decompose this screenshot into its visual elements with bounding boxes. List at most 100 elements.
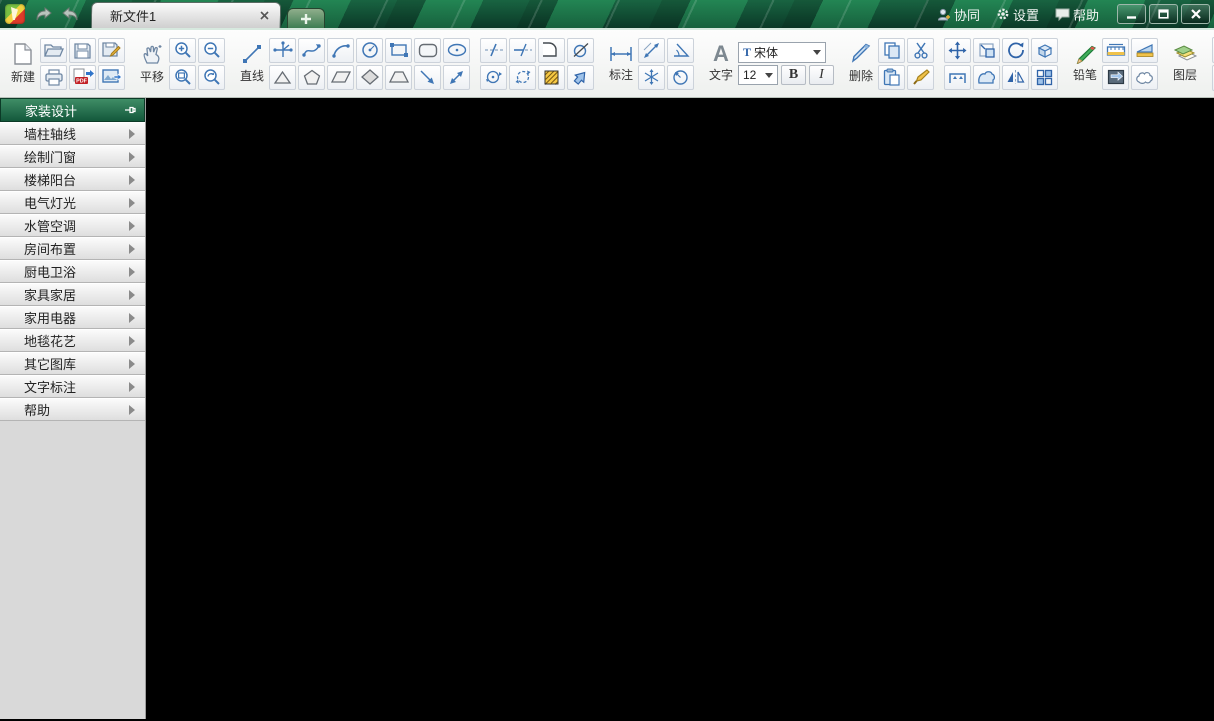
slope-button[interactable] [1131, 37, 1158, 63]
move-button[interactable] [944, 37, 971, 63]
document-tab[interactable]: 新文件1 [90, 2, 282, 28]
chevron-right-icon [129, 335, 135, 346]
new-tab-button[interactable] [287, 8, 325, 28]
printer-icon [44, 68, 63, 86]
hatch-button[interactable] [538, 64, 565, 90]
delete-button[interactable]: 删除 [844, 43, 878, 84]
pan-button[interactable]: 平移 [135, 42, 169, 85]
chevron-right-icon [129, 312, 135, 323]
layers-button[interactable]: 图层 [1168, 44, 1202, 83]
drawing-canvas[interactable] [146, 98, 1214, 719]
sidebar-item[interactable]: 家具家居 [0, 283, 145, 306]
export-pdf-button[interactable]: PDF [69, 64, 96, 90]
format-painter-button[interactable] [907, 64, 934, 90]
angular-dimension-button[interactable] [667, 37, 694, 63]
open-button[interactable] [40, 37, 67, 63]
trim-button[interactable] [480, 37, 507, 63]
offset-button[interactable] [944, 64, 971, 90]
ordinate-dimension-button[interactable] [638, 64, 665, 90]
sidebar-item[interactable]: 楼梯阳台 [0, 168, 145, 191]
sidebar-item[interactable]: 墙柱轴线 [0, 122, 145, 145]
export-image-button[interactable] [98, 64, 125, 90]
sidebar-item[interactable]: 文字标注 [0, 375, 145, 398]
sidebar-empty-area [0, 421, 145, 719]
settings-menu[interactable]: 设置 [990, 2, 1045, 26]
font-family-select[interactable]: T 宋体 [738, 42, 826, 63]
cloud-button[interactable] [1131, 64, 1158, 90]
measure-button[interactable] [1102, 37, 1129, 63]
zoom-in-button[interactable] [169, 37, 196, 63]
text-tool-icon: A [713, 41, 729, 66]
sidebar-item[interactable]: 其它图库 [0, 352, 145, 375]
radius-dimension-button[interactable] [667, 64, 694, 90]
sidebar-item[interactable]: 厨电卫浴 [0, 260, 145, 283]
pin-icon[interactable] [124, 104, 136, 116]
new-file-button[interactable]: 新建 [6, 42, 40, 85]
sidebar-item[interactable]: 绘制门窗 [0, 145, 145, 168]
back-button[interactable] [31, 3, 57, 25]
flip-button[interactable] [567, 64, 594, 90]
tangent-circle-button[interactable] [567, 37, 594, 63]
font-family-value: 宋体 [754, 46, 779, 60]
sidebar-item[interactable]: 地毯花艺 [0, 329, 145, 352]
save-button[interactable] [69, 37, 96, 63]
double-arrow-button[interactable] [443, 64, 470, 90]
sidebar-item[interactable]: 电气灯光 [0, 191, 145, 214]
text-tool-button[interactable]: A 文字 [704, 41, 738, 83]
sidebar-item[interactable]: 水管空调 [0, 214, 145, 237]
print-button[interactable] [40, 64, 67, 90]
zoom-previous-icon [203, 69, 220, 85]
polyline-button[interactable] [269, 37, 296, 63]
ellipse-button[interactable] [443, 37, 470, 63]
rotate-copy-button[interactable] [480, 64, 507, 90]
mirror-button[interactable] [1002, 64, 1029, 90]
line-icon [243, 45, 261, 63]
parallelogram-button[interactable] [327, 64, 354, 90]
rectangle-button[interactable] [385, 37, 412, 63]
pentagon-button[interactable] [298, 64, 325, 90]
circle-button[interactable] [356, 37, 383, 63]
sidebar-item[interactable]: 房间布置 [0, 237, 145, 260]
forward-button[interactable] [57, 3, 83, 25]
rotate-button[interactable] [1002, 37, 1029, 63]
sidebar-header[interactable]: 家装设计 [0, 98, 145, 122]
font-tt-icon: T [743, 45, 752, 59]
arrow-button[interactable] [414, 64, 441, 90]
close-button[interactable] [1181, 4, 1210, 24]
help-menu[interactable]: 帮助 [1049, 2, 1105, 26]
zoom-out-button[interactable] [198, 37, 225, 63]
save-as-button[interactable] [98, 37, 125, 63]
dimension-button[interactable]: 标注 [604, 44, 638, 83]
extend-button[interactable] [509, 37, 536, 63]
cut-button[interactable] [907, 37, 934, 63]
break-button[interactable] [509, 64, 536, 90]
bold-button[interactable]: B [781, 65, 806, 85]
zoom-previous-button[interactable] [198, 64, 225, 90]
paste-button[interactable] [878, 64, 905, 90]
copy-button[interactable] [878, 37, 905, 63]
fillet-button[interactable] [538, 37, 565, 63]
line-tool-button[interactable]: 直线 [235, 43, 269, 84]
pencil-button[interactable]: 铅笔 [1068, 44, 1102, 83]
font-size-select[interactable]: 12 [738, 65, 778, 85]
scale-button[interactable] [973, 37, 1000, 63]
array-button[interactable] [1031, 64, 1058, 90]
tab-close-icon[interactable] [256, 8, 272, 24]
zoom-window-button[interactable] [169, 64, 196, 90]
spline-button[interactable] [298, 37, 325, 63]
italic-button[interactable]: I [809, 65, 834, 85]
contour-button[interactable] [973, 64, 1000, 90]
rounded-rect-button[interactable] [414, 37, 441, 63]
insert-image-button[interactable] [1102, 64, 1129, 90]
triangle-button[interactable] [269, 64, 296, 90]
arc-button[interactable] [327, 37, 354, 63]
sidebar-item[interactable]: 帮助 [0, 398, 145, 421]
aligned-dimension-button[interactable] [638, 37, 665, 63]
trapezoid-button[interactable] [385, 64, 412, 90]
sidebar-item[interactable]: 家用电器 [0, 306, 145, 329]
maximize-button[interactable] [1149, 4, 1178, 24]
diamond-button[interactable] [356, 64, 383, 90]
collaborate-menu[interactable]: 协同 [931, 2, 986, 26]
minimize-button[interactable] [1117, 4, 1146, 24]
orbit-3d-button[interactable] [1031, 37, 1058, 63]
